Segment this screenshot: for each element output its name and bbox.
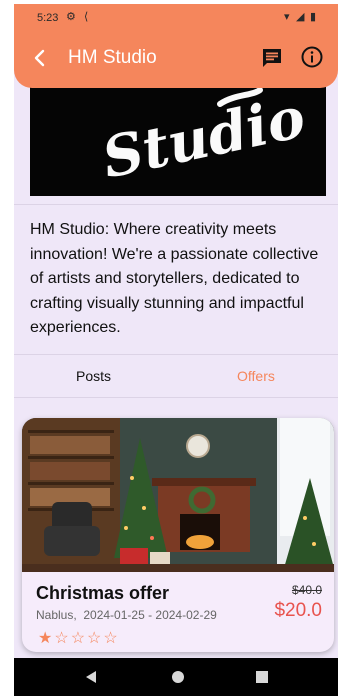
nav-back-icon[interactable] [86, 671, 96, 683]
app-screen: 5:23 ⚙ ⟨ ▾ ◢ ▮ HM Studio Studio HM Studi… [14, 4, 338, 696]
divider [14, 354, 338, 355]
star-empty-icon: ☆ [87, 630, 104, 647]
offer-card[interactable]: Christmas offer Nablus, 2024-01-25 - 202… [22, 418, 334, 652]
chat-icon[interactable] [260, 46, 284, 70]
old-price: $40.0 [291, 583, 322, 597]
info-icon[interactable] [300, 45, 324, 69]
page-title: HM Studio [68, 47, 157, 68]
offer-image [22, 418, 334, 572]
star-filled-icon: ★ [38, 630, 55, 647]
signal-icon: ⟨ [84, 11, 89, 23]
system-nav-bar [14, 658, 338, 696]
wifi-icon: ▾ [284, 11, 290, 23]
divider [14, 397, 338, 398]
offer-location-dates: Nablus, 2024-01-25 - 2024-02-29 [36, 608, 217, 622]
offer-location: Nablus, [36, 608, 77, 622]
star-empty-icon: ☆ [103, 630, 120, 647]
tab-posts[interactable]: Posts [76, 368, 111, 384]
tab-offers[interactable]: Offers [237, 368, 275, 384]
rating-stars: ★☆☆☆☆ [38, 628, 120, 648]
offer-title: Christmas offer [36, 583, 170, 603]
battery-icon: ▮ [310, 11, 317, 23]
title-bar: HM Studio [14, 38, 338, 78]
arrow-back-icon[interactable] [28, 46, 52, 70]
cover-image: Studio [30, 84, 326, 196]
divider [14, 204, 338, 205]
offer-dates: 2024-01-25 - 2024-02-29 [83, 608, 217, 622]
status-bar: 5:23 ⚙ ⟨ ▾ ◢ ▮ [14, 4, 338, 30]
studio-logo: Studio [30, 84, 326, 196]
nav-home-icon[interactable] [172, 671, 184, 683]
star-empty-icon: ☆ [70, 630, 88, 647]
status-time: 5:23 [37, 12, 59, 24]
new-price: $20.0 [274, 600, 322, 621]
app-bar: 5:23 ⚙ ⟨ ▾ ◢ ▮ HM Studio [14, 4, 338, 88]
nav-recents-icon[interactable] [256, 671, 268, 683]
profile-bio: HM Studio: Where creativity meets innova… [30, 221, 319, 336]
cellular-icon: ◢ [296, 11, 305, 23]
star-empty-icon: ☆ [54, 630, 71, 647]
gear-icon: ⚙ [66, 11, 76, 23]
